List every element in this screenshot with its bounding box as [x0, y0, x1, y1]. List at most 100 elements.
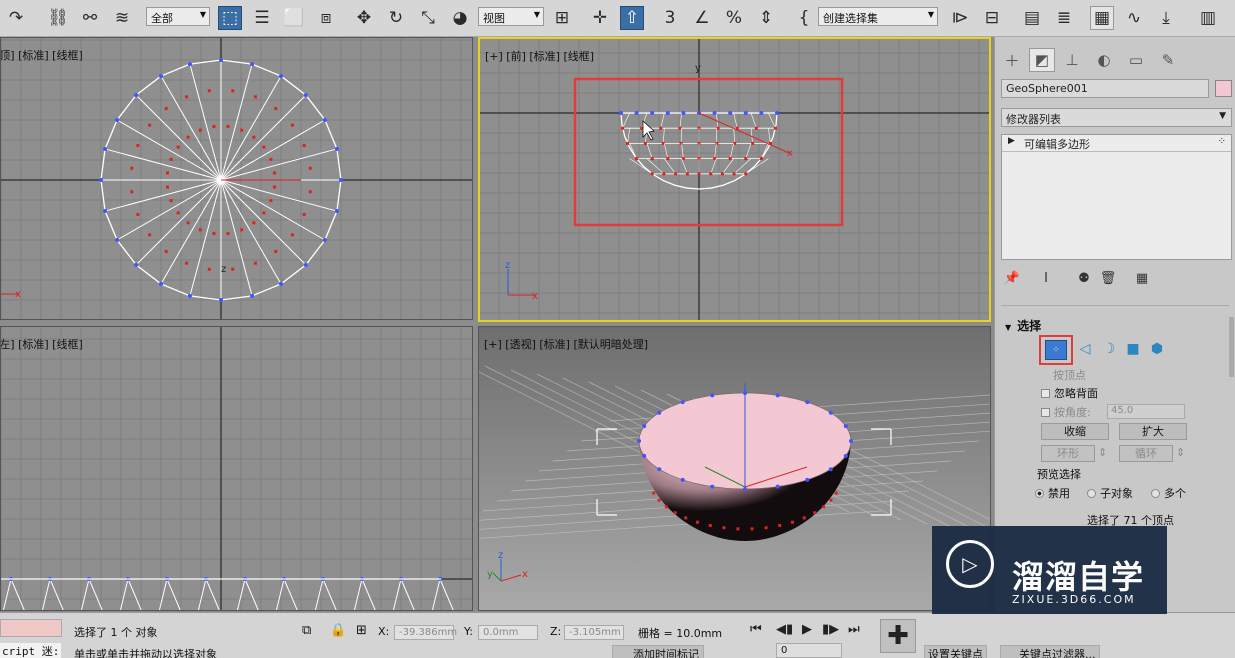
material-editor-icon[interactable]: ▥ [1196, 6, 1220, 30]
prev-frame-icon[interactable]: ◀▮ [776, 622, 793, 637]
named-selection-dropdown[interactable]: 创建选择集 ▼ [818, 7, 938, 26]
curve-editor-icon[interactable]: ∿ [1122, 6, 1146, 30]
stack-item-editable-poly[interactable]: ▶ 可编辑多边形 ⁘ [1002, 135, 1231, 152]
edge-icon[interactable]: ◁ [1077, 341, 1093, 357]
border-icon[interactable]: ☽ [1101, 341, 1117, 357]
ring-button[interactable]: 环形 [1041, 445, 1095, 462]
next-frame-icon[interactable]: ▮▶ [822, 622, 839, 637]
vertex-point [843, 453, 848, 458]
viewport-perspective[interactable]: z x y [+] [透视] [标准] [默认明暗处理] [478, 326, 991, 611]
select-manipulate-icon[interactable]: ✛ [588, 6, 612, 30]
element-icon[interactable]: ⬢ [1149, 341, 1165, 357]
object-color-swatch[interactable] [1215, 80, 1232, 97]
ref-coord-dropdown[interactable]: 视图 ▼ [478, 7, 544, 26]
hierarchy-tab-icon[interactable]: ⊥ [1059, 48, 1085, 72]
goto-start-icon[interactable]: ⏮ [750, 622, 762, 637]
selection-filter-dropdown[interactable]: 全部 ▼ [146, 7, 210, 26]
vertex-point [250, 62, 255, 67]
select-by-name-icon[interactable]: ☰ [250, 6, 274, 30]
expand-icon[interactable]: ▶ [1008, 136, 1015, 146]
goto-end-icon[interactable]: ⏭ [848, 622, 860, 637]
wire-edge [629, 158, 653, 175]
preview-multiple-radio[interactable]: 多个 [1151, 485, 1186, 501]
viewport-persp-label[interactable]: [+] [透视] [标准] [默认明暗处理] [484, 336, 648, 352]
pivot-center-icon[interactable]: ⊞ [550, 6, 574, 30]
configure-sets-icon[interactable]: ▦ [1133, 269, 1151, 287]
maxscript-label[interactable]: cript 迷: [0, 643, 62, 658]
unlink-icon[interactable]: ⚯ [78, 6, 102, 30]
vertex-point [634, 111, 639, 115]
viewport-top-label[interactable]: [顶] [标准] [线框] [1, 47, 83, 63]
pin-stack-icon[interactable]: 📌 [1003, 269, 1021, 287]
ignore-backfacing-checkbox[interactable]: 忽略背面 [1041, 385, 1098, 401]
panel-scrollbar[interactable] [1229, 317, 1234, 377]
remove-modifier-icon[interactable]: 🗑 [1099, 269, 1117, 287]
play-icon[interactable]: ▶ [802, 622, 812, 637]
angle-snap-icon[interactable]: ∠ [690, 6, 714, 30]
viewport-left-label[interactable]: [左] [标准] [线框] [1, 336, 83, 352]
modify-tab-icon[interactable]: ◩ [1029, 48, 1055, 72]
graphite-tools-icon[interactable]: ▦ [1090, 6, 1114, 30]
wire-edge [681, 143, 684, 159]
set-key-plus-icon[interactable]: ✚ [880, 619, 916, 653]
absolute-mode-icon[interactable]: ⊞ [356, 623, 367, 638]
rect-selection-icon[interactable]: ⬜ [282, 6, 306, 30]
move-icon[interactable]: ✥ [352, 6, 376, 30]
percent-snap-icon[interactable]: % [722, 6, 746, 30]
shrink-button[interactable]: 收缩 [1041, 423, 1109, 440]
y-coord-field[interactable]: 0.0mm [478, 625, 538, 640]
grow-button[interactable]: 扩大 [1119, 423, 1187, 440]
vertex-point [303, 262, 308, 267]
x-coord-field[interactable]: -39.386mm [394, 625, 457, 640]
viewport-top[interactable]: zx [顶] [标准] [线框] [0, 37, 473, 320]
scene-explorer-icon[interactable]: ≣ [1052, 6, 1076, 30]
keyboard-shortcut-icon[interactable]: ⇧ [620, 6, 644, 30]
z-coord-field[interactable]: -3.105mm [564, 625, 624, 640]
loop-spinner-icon[interactable]: ⇕ [1176, 446, 1185, 459]
selection-rollout-header[interactable]: ▼ 选择 [1005, 317, 1041, 334]
current-frame-field[interactable]: 0 [776, 643, 842, 658]
utilities-tab-icon[interactable]: ✎ [1155, 48, 1181, 72]
place-icon[interactable]: ◕ [448, 6, 472, 30]
ring-spinner-icon[interactable]: ⇕ [1098, 446, 1107, 459]
schematic-view-icon[interactable]: ⤓ [1154, 6, 1178, 30]
loop-button[interactable]: 循环 [1119, 445, 1173, 462]
rotate-icon[interactable]: ↻ [384, 6, 408, 30]
add-time-tag-button[interactable]: 添加时间标记 [612, 645, 704, 658]
bind-space-warp-icon[interactable]: ≋ [110, 6, 134, 30]
preview-subobject-radio[interactable]: 子对象 [1087, 485, 1133, 501]
display-tab-icon[interactable]: ▭ [1123, 48, 1149, 72]
scale-icon[interactable]: ⤡ [416, 6, 440, 30]
snap-3d-icon[interactable]: 3 [658, 6, 682, 30]
show-end-result-icon[interactable]: Ⅰ [1037, 269, 1055, 287]
maxscript-listener-field[interactable] [0, 619, 62, 637]
selected-vertex [678, 126, 682, 130]
preview-disabled-radio[interactable]: 禁用 [1035, 485, 1070, 501]
by-angle-checkbox[interactable]: 按角度: [1041, 404, 1091, 420]
link-icon[interactable]: ⛓ [46, 6, 70, 30]
lock-selection-icon[interactable]: 🔒 [330, 623, 346, 638]
key-filters-button[interactable]: 关键点过滤器... [1000, 645, 1100, 658]
motion-tab-icon[interactable]: ◐ [1091, 48, 1117, 72]
redo-icon[interactable]: ↷ [4, 6, 28, 30]
viewport-front[interactable]: y x z x [+] [前] [标准] [线框] [478, 37, 991, 322]
isolate-selection-icon[interactable]: ⧉ [302, 623, 311, 638]
angle-spinner[interactable]: 45.0 [1107, 404, 1185, 419]
by-vertex-label[interactable]: 按顶点 [1053, 367, 1086, 383]
set-key-button[interactable]: 设置关键点 [924, 645, 987, 658]
edit-named-sets-icon[interactable]: { [792, 6, 816, 30]
vertex-subobject-button[interactable]: ⁘ [1039, 335, 1073, 365]
object-name-field[interactable]: GeoSphere001 [1001, 79, 1209, 98]
select-object-icon[interactable]: ⬚ [218, 6, 242, 30]
polygon-icon[interactable]: ■ [1125, 341, 1141, 357]
spinner-snap-icon[interactable]: ⇕ [754, 6, 778, 30]
modifier-list-dropdown[interactable]: 修改器列表 ▼ [1001, 108, 1232, 127]
window-crossing-icon[interactable]: ⧈ [314, 6, 338, 30]
viewport-front-label[interactable]: [+] [前] [标准] [线框] [485, 48, 594, 64]
create-tab-icon[interactable]: ＋ [999, 48, 1025, 72]
make-unique-icon[interactable]: ⚉ [1075, 269, 1093, 287]
layer-manager-icon[interactable]: ▤ [1020, 6, 1044, 30]
align-icon[interactable]: ⊟ [980, 6, 1004, 30]
viewport-left[interactable]: [左] [标准] [线框] [0, 326, 473, 611]
mirror-icon[interactable]: ⧐ [948, 6, 972, 30]
